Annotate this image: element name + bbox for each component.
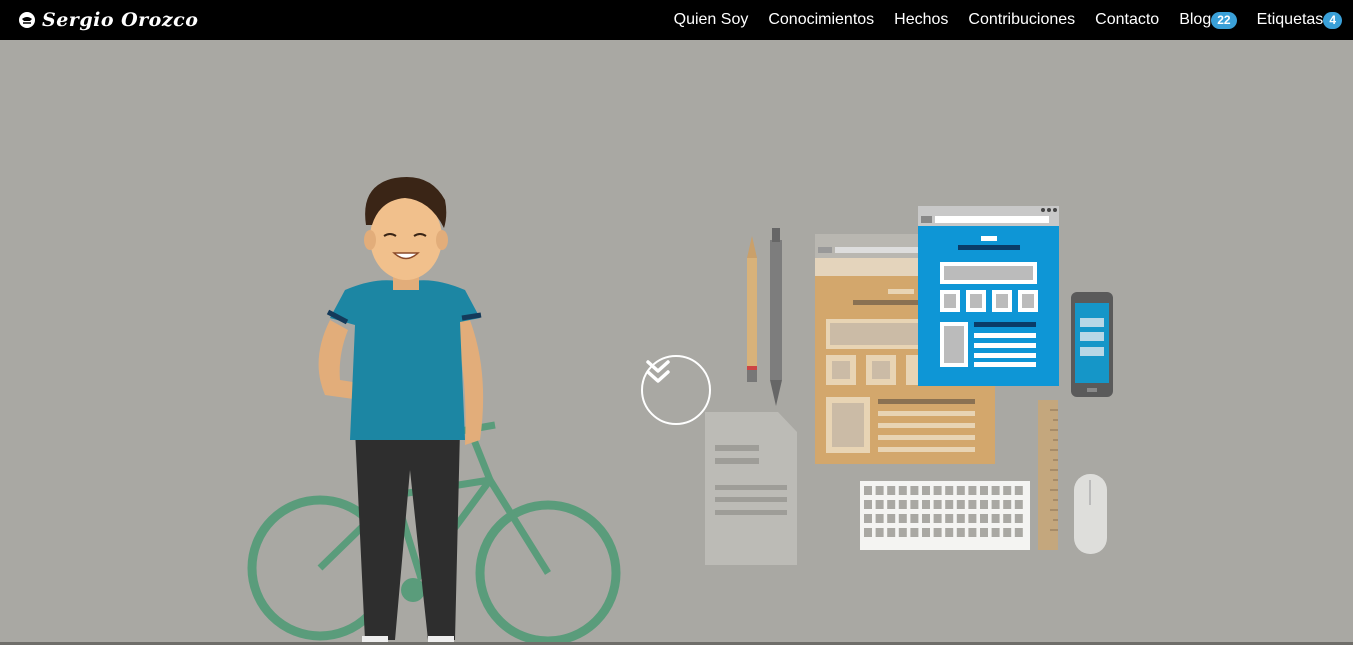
keyboard-key	[968, 500, 977, 509]
keyboard-key	[956, 500, 965, 509]
keyboard-key	[875, 514, 884, 523]
keyboard-key	[945, 514, 954, 523]
keyboard-key	[980, 528, 988, 537]
keyboard-key	[864, 514, 872, 523]
keyboard-key	[968, 486, 977, 495]
keyboard-key	[945, 500, 954, 509]
keyboard-key	[945, 528, 954, 537]
keyboard-key	[1014, 486, 1023, 495]
keyboard-key	[910, 514, 919, 523]
keyboard-key	[910, 500, 919, 509]
nav-contribuciones[interactable]: Contribuciones	[968, 11, 1075, 29]
phone-illustration	[1071, 292, 1113, 397]
keyboard-key	[1003, 514, 1012, 523]
nav-etiquetas[interactable]: Etiquetas 4	[1257, 11, 1342, 29]
keyboard-key	[945, 486, 954, 495]
keyboard-key	[922, 486, 930, 495]
nav-quien-soy[interactable]: Quien Soy	[674, 11, 749, 29]
keyboard-key	[898, 500, 907, 509]
keyboard-key	[1003, 500, 1012, 509]
scroll-down-button[interactable]	[641, 355, 711, 425]
nav-label: Conocimientos	[768, 11, 875, 28]
keyboard-key	[887, 500, 896, 509]
wireframe-browser-blue	[918, 206, 1059, 386]
nav-contacto[interactable]: Contacto	[1095, 11, 1159, 29]
hero-illustration	[247, 176, 1113, 645]
keyboard-key	[910, 486, 919, 495]
nav-label: Contacto	[1095, 11, 1160, 28]
nav-conocimientos[interactable]: Conocimientos	[768, 11, 874, 29]
nav-label: Contribuciones	[968, 11, 1076, 28]
keyboard-key	[1014, 528, 1023, 537]
keyboard-key	[991, 514, 1000, 523]
keyboard-key	[1003, 528, 1012, 537]
keyboard-key	[956, 486, 965, 495]
keyboard-key	[968, 514, 977, 523]
keyboard-key	[898, 528, 907, 537]
keyboard-key	[887, 528, 896, 537]
keyboard-key	[875, 500, 884, 509]
keyboard-illustration	[860, 481, 1030, 550]
ruler-illustration	[1038, 400, 1058, 550]
keyboard-key	[933, 528, 942, 537]
keyboard-key	[922, 528, 930, 537]
person-illustration	[318, 176, 484, 645]
keyboard-key	[922, 500, 930, 509]
keyboard-key	[933, 514, 942, 523]
keyboard-key	[898, 514, 907, 523]
keyboard-key	[1014, 514, 1023, 523]
keyboard-key	[875, 528, 884, 537]
keyboard-key	[910, 528, 919, 537]
pen-illustration	[770, 228, 782, 406]
keyboard-key	[956, 528, 965, 537]
main-nav: Quien Soy Conocimientos Hechos Contribuc…	[654, 0, 1342, 40]
keyboard-key	[1014, 500, 1023, 509]
keyboard-key	[968, 528, 977, 537]
top-navbar: Sergio Orozco Quien Soy Conocimientos He…	[0, 0, 1353, 40]
keyboard-key	[1003, 486, 1012, 495]
nav-label: Hechos	[894, 11, 949, 28]
brand-link[interactable]: Sergio Orozco	[18, 7, 198, 33]
keyboard-key	[991, 500, 1000, 509]
paper-sheet-illustration	[705, 412, 797, 565]
pencil-illustration	[747, 236, 757, 382]
mouse-illustration	[1074, 474, 1107, 554]
nav-label: Quien Soy	[673, 11, 749, 28]
keyboard-key	[980, 500, 988, 509]
keyboard-key	[864, 500, 872, 509]
keyboard-key	[991, 528, 1000, 537]
hero-section	[0, 40, 1353, 645]
brand-name: Sergio Orozco	[42, 9, 199, 31]
nav-label: Blog	[1179, 11, 1212, 28]
etiquetas-count-badge: 4	[1323, 11, 1342, 29]
keyboard-key	[864, 486, 872, 495]
keyboard-key	[887, 514, 896, 523]
blog-count-badge: 22	[1211, 11, 1237, 29]
globe-logo-icon	[19, 12, 35, 28]
keyboard-key	[898, 486, 907, 495]
keyboard-key	[933, 486, 942, 495]
keyboard-key	[922, 514, 930, 523]
nav-blog[interactable]: Blog 22	[1179, 11, 1237, 29]
keyboard-key	[933, 500, 942, 509]
keyboard-key	[956, 514, 965, 523]
nav-hechos[interactable]: Hechos	[894, 11, 948, 29]
keyboard-key	[980, 486, 988, 495]
chevron-double-down-icon	[646, 360, 670, 383]
keyboard-key	[991, 486, 1000, 495]
keyboard-key	[875, 486, 884, 495]
keyboard-key	[864, 528, 872, 537]
keyboard-key	[887, 486, 896, 495]
keyboard-key	[980, 514, 988, 523]
nav-label: Etiquetas	[1256, 11, 1324, 28]
